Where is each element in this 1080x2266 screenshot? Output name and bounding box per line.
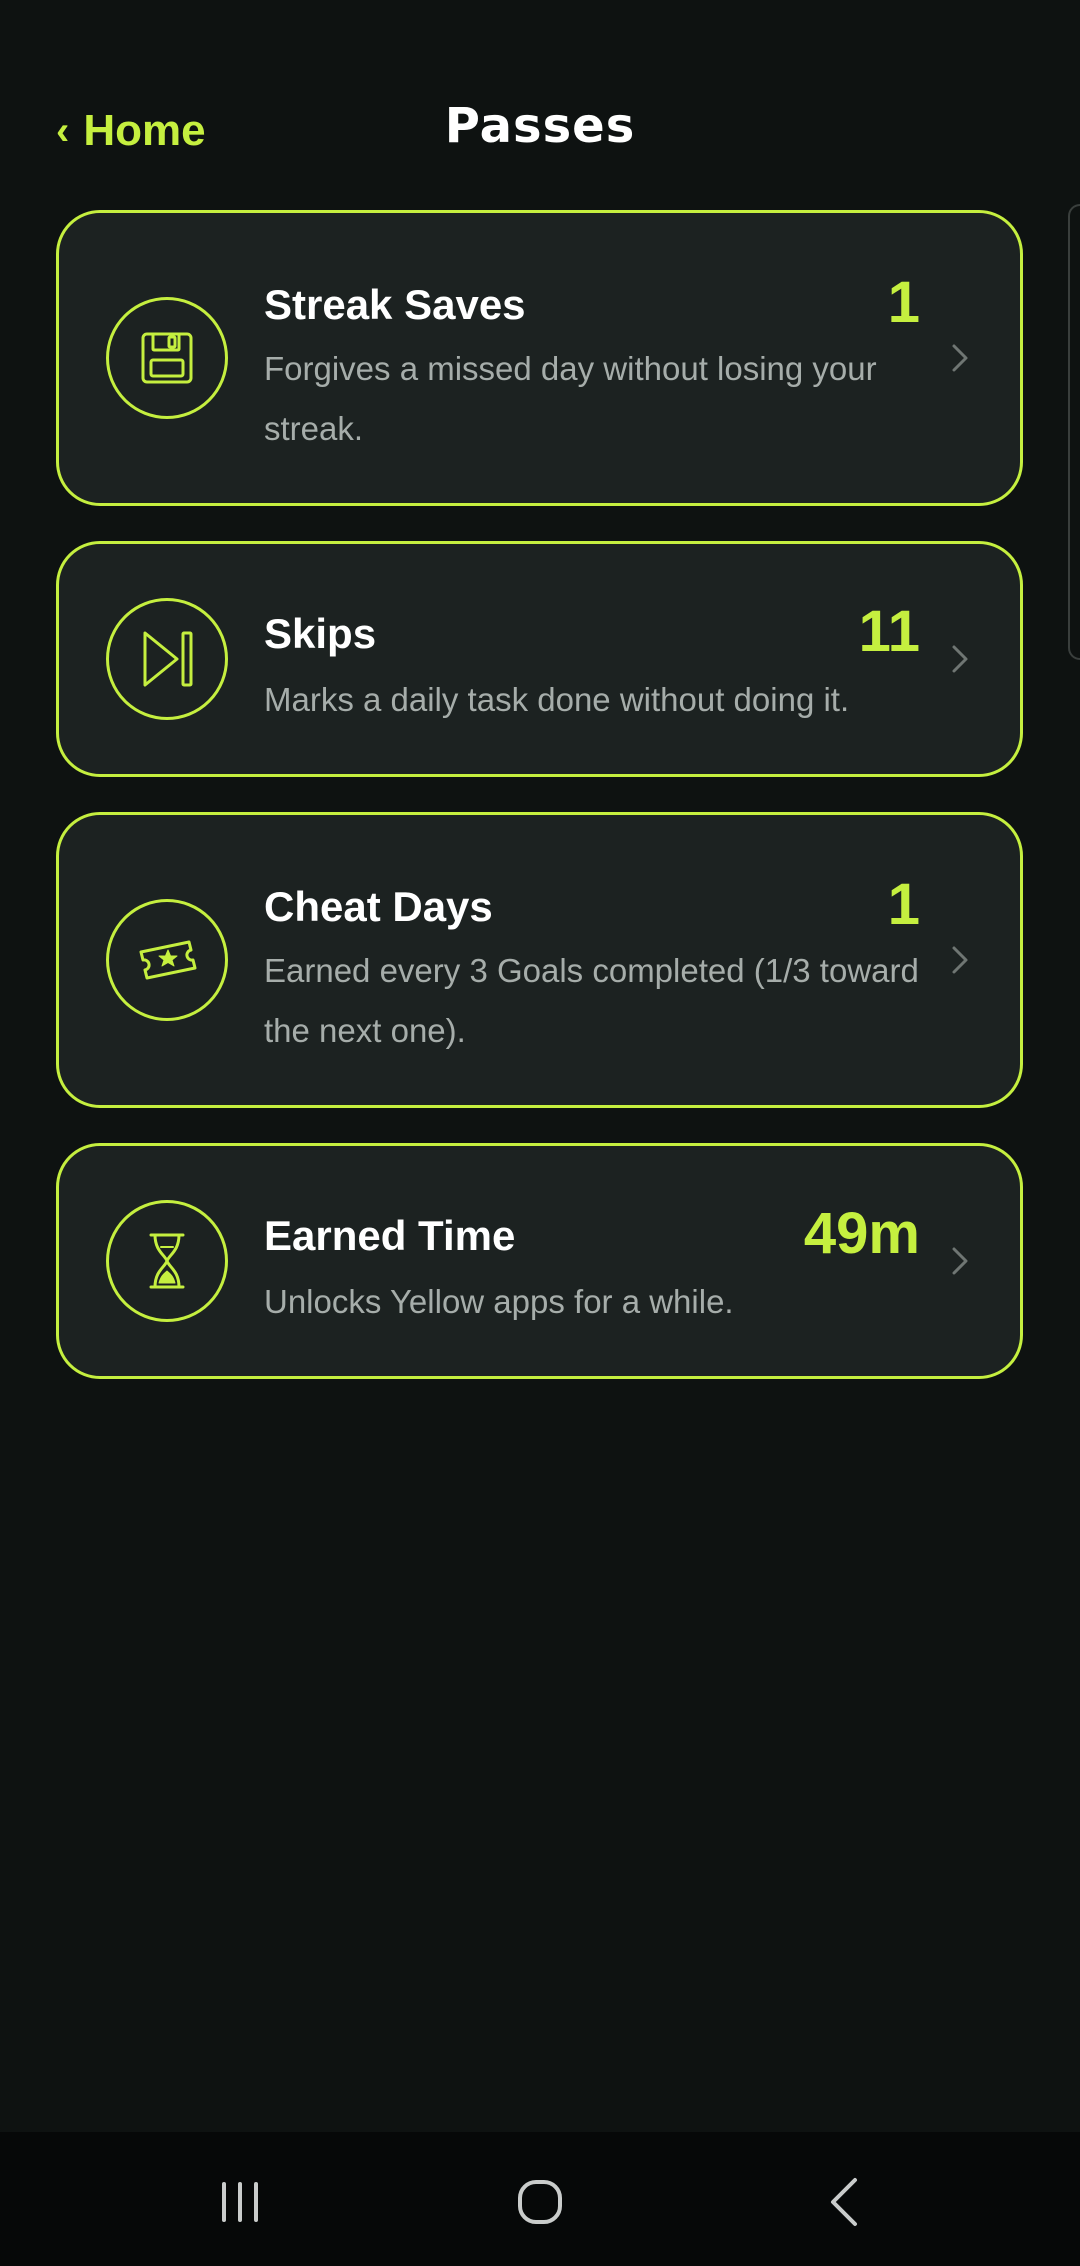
floppy-disk-icon (106, 297, 228, 419)
recents-icon (222, 2182, 258, 2222)
chevron-right-icon (952, 645, 968, 673)
pass-description: Earned every 3 Goals completed (1/3 towa… (264, 952, 919, 1049)
pass-title: Skips (264, 610, 377, 657)
page-title: Passes (444, 98, 636, 154)
back-icon (831, 2178, 857, 2226)
pass-card-cheat-days[interactable]: Cheat Days 1 Earned every 3 Goals comple… (56, 812, 1023, 1108)
pass-count: 11 (858, 599, 920, 664)
chevron-right-icon (952, 1247, 968, 1275)
passes-screen: ‹ Home Passes Streak Saves 1 Forgives a … (0, 0, 1080, 2266)
passes-list: Streak Saves 1 Forgives a missed day wit… (56, 210, 1023, 1414)
pass-count: 1 (887, 270, 920, 335)
ticket-star-icon (106, 899, 228, 1021)
header: ‹ Home Passes (0, 96, 1080, 166)
back-button[interactable] (805, 2162, 885, 2242)
pass-card-skips[interactable]: Skips 11 Marks a daily task done without… (56, 541, 1023, 777)
pass-description: Marks a daily task done without doing it… (264, 681, 850, 718)
recents-button[interactable] (200, 2162, 280, 2242)
home-button[interactable] (500, 2162, 580, 2242)
home-icon (518, 2180, 562, 2224)
chevron-right-icon (952, 344, 968, 372)
pass-card-earned-time[interactable]: Earned Time 49m Unlocks Yellow apps for … (56, 1143, 1023, 1379)
pass-count: 49m (803, 1201, 920, 1266)
pass-title: Streak Saves (264, 281, 526, 328)
skip-forward-icon (106, 598, 228, 720)
pass-count: 1 (887, 872, 920, 937)
pass-title: Earned Time (264, 1212, 516, 1259)
chevron-right-icon (952, 946, 968, 974)
pass-description: Forgives a missed day without losing you… (264, 350, 877, 447)
scroll-indicator (1068, 204, 1080, 660)
pass-description: Unlocks Yellow apps for a while. (264, 1283, 734, 1320)
pass-title: Cheat Days (264, 883, 493, 930)
pass-card-streak-saves[interactable]: Streak Saves 1 Forgives a missed day wit… (56, 210, 1023, 506)
system-nav-bar (0, 2132, 1080, 2266)
hourglass-icon (106, 1200, 228, 1322)
